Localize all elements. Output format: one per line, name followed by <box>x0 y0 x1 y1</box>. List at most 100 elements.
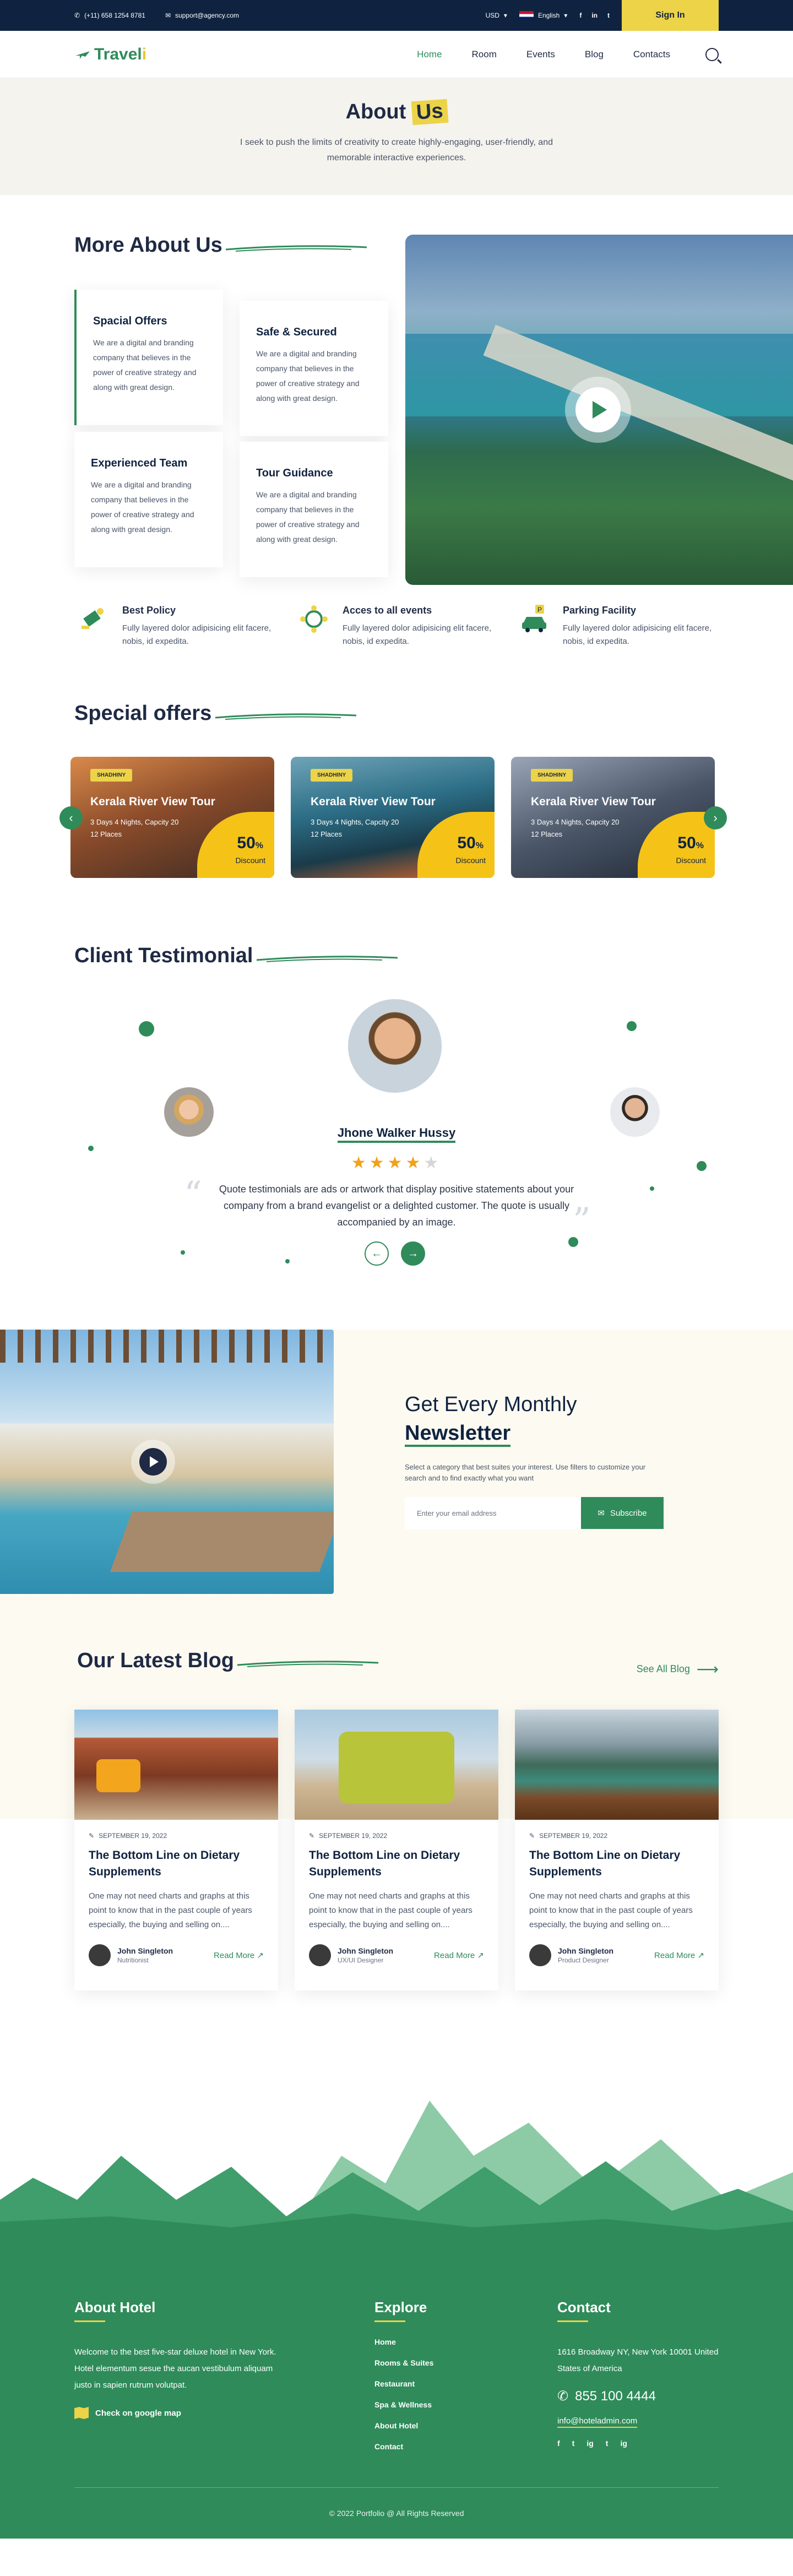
site-logo[interactable]: Traveli <box>74 45 146 64</box>
footer-link-restaurant[interactable]: Restaurant <box>374 2379 433 2388</box>
read-more-link[interactable]: Read More ↗ <box>654 1950 704 1960</box>
email-contact[interactable]: ✉ support@agency.com <box>165 12 239 19</box>
footer-contact: Contact 1616 Broadway NY, New York 10001… <box>557 2299 723 2448</box>
rating-stars: ★★★★★ <box>0 1153 793 1173</box>
google-map-link[interactable]: Check on google map <box>74 2407 284 2419</box>
blog-image <box>295 1710 498 1820</box>
blog-section: Our Latest Blog See All Blog ⟶ ✎ SEPTEMBE… <box>0 1594 793 2090</box>
carousel-next-button[interactable]: › <box>704 806 727 829</box>
read-more-label: Read More <box>434 1951 475 1960</box>
footer-divider <box>74 2487 719 2488</box>
feature-text: Fully layered dolor adipisicing elit fac… <box>563 623 712 646</box>
main-navigation: Traveli Home Room Events Blog Contacts <box>0 31 793 78</box>
feature-card-tour-guidance[interactable]: Tour Guidance We are a digital and brand… <box>240 442 388 577</box>
newsletter-email-input[interactable]: Enter your email address <box>405 1497 581 1529</box>
feature-text: Fully layered dolor adipisicing elit fac… <box>122 623 271 646</box>
decor-dot <box>627 1021 637 1031</box>
offer-title: Kerala River View Tour <box>90 795 215 808</box>
title-underline <box>74 2320 105 2322</box>
nav-item-room[interactable]: Room <box>472 49 497 60</box>
feature-card-experienced-team[interactable]: Experienced Team We are a digital and br… <box>74 432 223 567</box>
page-title-highlight: Us <box>411 99 448 126</box>
testimonial-prev-button[interactable]: ← <box>365 1241 389 1266</box>
testimonial-quote: Quote testimonials are ads or artwork th… <box>219 1184 574 1228</box>
offer-card[interactable]: SHADHINY Kerala River View Tour 3 Days 4… <box>70 757 274 878</box>
offer-meta: 3 Days 4 Nights, Capcity 20 <box>531 818 620 826</box>
card-title: Spacial Offers <box>93 315 167 327</box>
map-link-label: Check on google map <box>95 2408 181 2418</box>
twitter-icon[interactable]: t <box>606 2439 609 2448</box>
footer-link-about[interactable]: About Hotel <box>374 2421 433 2430</box>
hero-description: I seek to push the limits of creativity … <box>240 138 553 162</box>
offer-card[interactable]: SHADHINY Kerala River View Tour 3 Days 4… <box>511 757 715 878</box>
footer-link-home[interactable]: Home <box>374 2338 433 2346</box>
footer-about: About Hotel Welcome to the best five-sta… <box>74 2299 284 2419</box>
footer-phone[interactable]: ✆ 855 100 4444 <box>557 2388 723 2404</box>
play-button[interactable] <box>565 377 631 443</box>
nav-menu: Home Room Events Blog Contacts <box>417 49 670 60</box>
instagram-icon[interactable]: ig <box>620 2439 627 2448</box>
currency-select[interactable]: USD ▾ <box>486 12 507 19</box>
subscribe-button[interactable]: ✉ Subscribe <box>581 1497 664 1529</box>
read-more-link[interactable]: Read More ↗ <box>214 1950 264 1960</box>
about-video[interactable] <box>405 235 793 585</box>
twitter-icon[interactable]: t <box>607 12 610 19</box>
top-bar: ✆ (+11) 658 1254 8781 ✉ support@agency.c… <box>0 0 793 31</box>
read-more-link[interactable]: Read More ↗ <box>434 1950 484 1960</box>
footer-link-rooms[interactable]: Rooms & Suites <box>374 2358 433 2367</box>
offer-card[interactable]: SHADHINY Kerala River View Tour 3 Days 4… <box>291 757 495 878</box>
facebook-icon[interactable]: f <box>557 2439 560 2448</box>
footer-explore: Explore Home Rooms & Suites Restaurant S… <box>374 2299 433 2463</box>
blog-post-title[interactable]: The Bottom Line on Dietary Supplements <box>529 1847 704 1880</box>
chevron-down-icon: ▾ <box>564 12 568 19</box>
newsletter-play-button[interactable] <box>131 1440 175 1484</box>
more-about-title: More About Us <box>74 234 222 257</box>
instagram-icon[interactable]: ig <box>586 2439 593 2448</box>
feature-best-policy: Best Policy Fully layered dolor adipisic… <box>77 603 275 648</box>
main-client-avatar <box>348 999 442 1093</box>
footer-link-spa[interactable]: Spa & Wellness <box>374 2400 433 2409</box>
sign-in-button[interactable]: Sign In <box>622 0 719 31</box>
twitter-icon[interactable]: t <box>572 2439 575 2448</box>
discount-unit: % <box>696 841 704 850</box>
blog-post-title[interactable]: The Bottom Line on Dietary Supplements <box>89 1847 264 1880</box>
nav-item-blog[interactable]: Blog <box>585 49 604 60</box>
carousel-prev-button[interactable]: ‹ <box>59 806 83 829</box>
discount-unit: % <box>475 841 484 850</box>
footer-link-contact[interactable]: Contact <box>374 2442 433 2451</box>
nav-item-home[interactable]: Home <box>417 49 442 60</box>
feature-card-special-offers[interactable]: Spacial Offers We are a digital and bran… <box>74 290 223 425</box>
title-underline-icon <box>226 245 367 252</box>
feature-card-safe-secured[interactable]: Safe & Secured We are a digital and bran… <box>240 301 388 436</box>
title-underline <box>557 2320 588 2322</box>
quote-open-icon: “ <box>184 1174 202 1215</box>
footer-email[interactable]: info@hoteladmin.com <box>557 2416 638 2428</box>
nav-item-contacts[interactable]: Contacts <box>633 49 670 60</box>
author-role: Nutritionist <box>117 1956 149 1964</box>
language-select[interactable]: English ▾ <box>519 11 567 20</box>
blog-excerpt: One may not need charts and graphs at th… <box>89 1891 252 1929</box>
testimonial-next-button[interactable]: → <box>401 1241 425 1266</box>
author-name: John Singleton <box>558 1946 614 1955</box>
nav-item-events[interactable]: Events <box>526 49 555 60</box>
linkedin-icon[interactable]: in <box>591 12 598 19</box>
blog-image <box>74 1710 278 1820</box>
star-icon: ★ <box>351 1154 370 1172</box>
currency-value: USD <box>485 12 499 19</box>
card-text: We are a digital and branding company th… <box>93 338 197 392</box>
phone-contact[interactable]: ✆ (+11) 658 1254 8781 <box>74 12 145 19</box>
search-icon[interactable] <box>705 48 719 61</box>
footer-about-text: Welcome to the best five-star deluxe hot… <box>74 2347 276 2390</box>
offer-tag: SHADHINY <box>311 769 353 782</box>
blog-card[interactable]: ✎ SEPTEMBER 19, 2022 The Bottom Line on D… <box>515 1710 719 1991</box>
facebook-icon[interactable]: f <box>579 12 582 19</box>
resort-pool-image <box>0 1330 334 1594</box>
chevron-right-icon: › <box>713 811 718 825</box>
see-all-blog-link[interactable]: See All Blog ⟶ <box>637 1660 719 1678</box>
read-more-label: Read More <box>214 1951 255 1960</box>
policy-icon <box>77 603 110 636</box>
blog-card[interactable]: ✎ SEPTEMBER 19, 2022 The Bottom Line on D… <box>295 1710 498 1991</box>
mail-icon: ✉ <box>165 12 171 19</box>
blog-card[interactable]: ✎ SEPTEMBER 19, 2022 The Bottom Line on D… <box>74 1710 278 1991</box>
blog-post-title[interactable]: The Bottom Line on Dietary Supplements <box>309 1847 484 1880</box>
